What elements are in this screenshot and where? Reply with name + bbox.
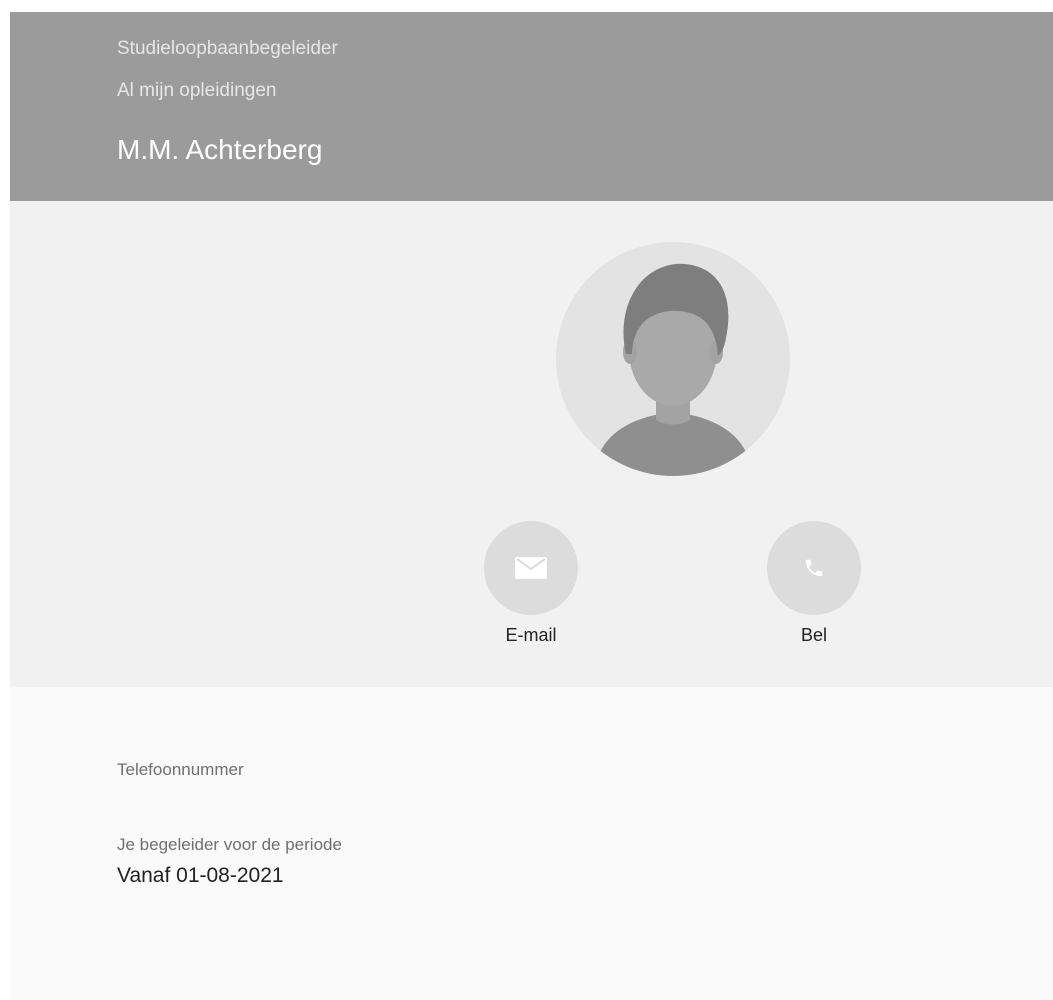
mentor-profile-page: Studieloopbaanbegeleider Al mijn opleidi… [10,12,1053,1000]
profile-header: Studieloopbaanbegeleider Al mijn opleidi… [10,12,1053,201]
person-silhouette-icon [594,263,752,476]
mentor-name: M.M. Achterberg [117,134,323,165]
email-button[interactable]: E-mail [484,521,578,646]
email-button-label: E-mail [505,625,557,645]
mail-icon [515,557,547,579]
avatar [556,242,790,476]
call-button-circle[interactable] [767,521,861,615]
mentor-period-value: Vanaf 01-08-2021 [117,864,284,887]
call-button[interactable]: Bel [767,521,861,646]
email-button-circle[interactable] [484,521,578,615]
mentor-role: Studieloopbaanbegeleider [117,38,338,59]
phone-icon [805,559,823,577]
phone-number-label: Telefoonnummer [117,760,244,779]
mentor-period-label: Je begeleider voor de periode [117,835,342,854]
details-section: Telefoonnummer Je begeleider voor de per… [10,687,1053,1000]
programmes-context: Al mijn opleidingen [117,80,277,101]
profile-section: E-mail Bel [10,201,1053,687]
call-button-label: Bel [800,625,827,645]
